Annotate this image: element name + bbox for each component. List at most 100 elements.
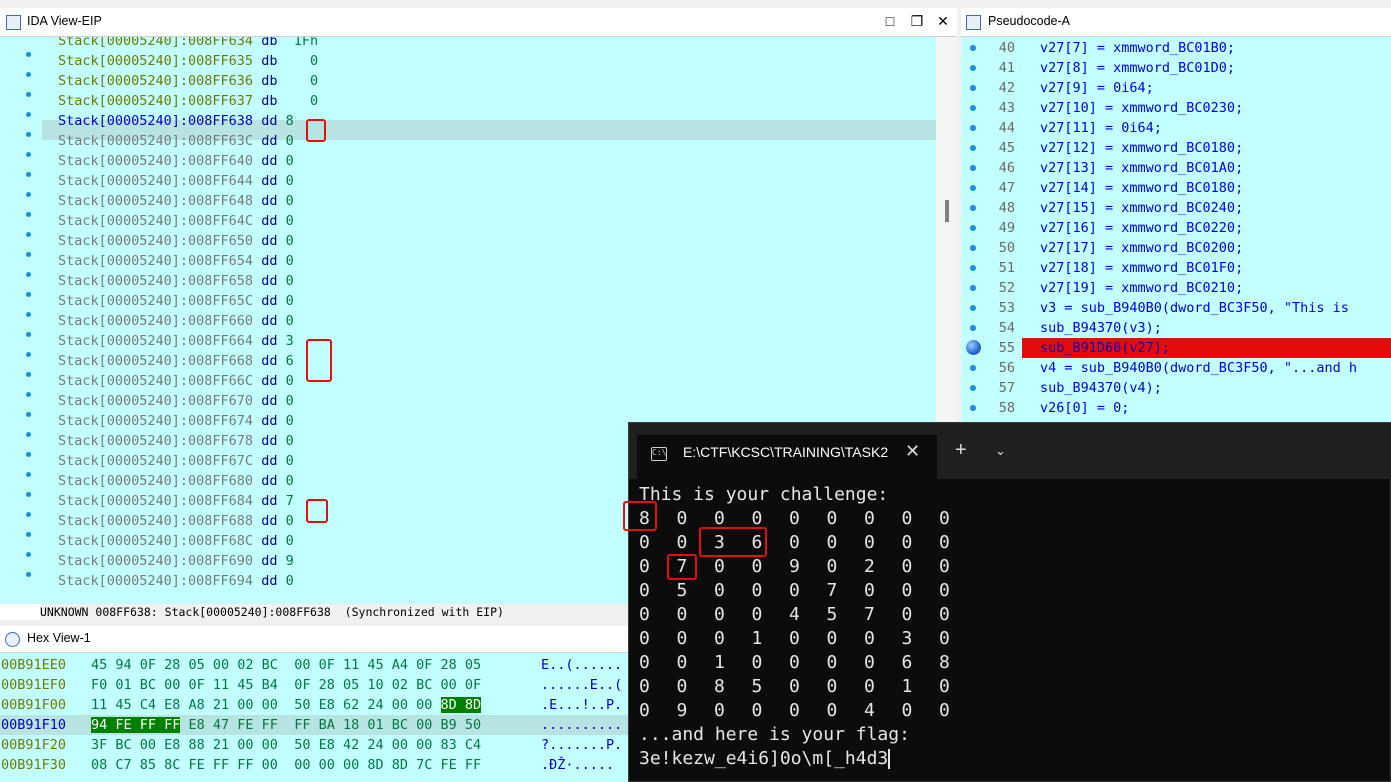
grid-cell: 0 xyxy=(901,532,913,553)
pseudocode-line[interactable]: 53 v3 = sub_B940B0(dword_BC3F50, "This is xyxy=(961,298,1391,318)
listing-line[interactable]: Stack[00005240]:008FF636 db 0 xyxy=(58,71,318,91)
hex-view-titlebar[interactable]: Hex View-1 xyxy=(0,626,640,653)
listing-line[interactable]: Stack[00005240]:008FF650 dd 0 xyxy=(58,231,294,251)
hex-row[interactable]: 00B91EF0 F0 01 BC 00 0F 11 45 B4 0F 28 05… xyxy=(0,675,640,695)
maximize-icon[interactable]: □ xyxy=(881,13,899,29)
close-tab-icon[interactable]: ✕ xyxy=(905,441,920,462)
grid-cell: 0 xyxy=(676,604,688,625)
listing-line[interactable]: Stack[00005240]:008FF634 db 1Fh xyxy=(58,37,318,51)
listing-line[interactable]: Stack[00005240]:008FF654 dd 0 xyxy=(58,251,294,271)
pseudocode-line[interactable]: 49 v27[16] = xmmword_BC0220; xyxy=(961,218,1391,238)
line-number: 55 xyxy=(998,340,1015,356)
pseudocode-line[interactable]: 54 sub_B94370(v3); xyxy=(961,318,1391,338)
pseudocode-line[interactable]: 47 v27[14] = xmmword_BC0180; xyxy=(961,178,1391,198)
pseudocode-line[interactable]: 43 v27[10] = xmmword_BC0230; xyxy=(961,98,1391,118)
listing-line[interactable]: Stack[00005240]:008FF67C dd 0 xyxy=(58,451,294,471)
listing-line[interactable]: Stack[00005240]:008FF63C dd 0 xyxy=(58,131,294,151)
grid-cell: 0 xyxy=(789,676,800,697)
pseudocode-line[interactable]: 52 v27[19] = xmmword_BC0210; xyxy=(961,278,1391,298)
line-value: 0 xyxy=(285,313,294,329)
line-address: Stack[00005240]:008FF648 xyxy=(58,193,254,209)
line-value: 0 xyxy=(285,573,294,589)
pseudocode-line[interactable]: 56 v4 = sub_B940B0(dword_BC3F50, "...and … xyxy=(961,358,1391,378)
line-number: 52 xyxy=(998,280,1015,296)
restore-icon[interactable]: ❐ xyxy=(908,13,926,30)
pseudocode-titlebar[interactable]: Pseudocode-A xyxy=(961,8,1391,37)
pseudocode-line[interactable]: 58 v26[0] = 0; xyxy=(961,398,1391,418)
pseudocode-line[interactable]: 51 v27[18] = xmmword_BC01F0; xyxy=(961,258,1391,278)
pseudocode-line[interactable]: 57 sub_B94370(v4); xyxy=(961,378,1391,398)
listing-line[interactable]: Stack[00005240]:008FF68C dd 0 xyxy=(58,531,294,551)
listing-line[interactable]: Stack[00005240]:008FF684 dd 7 xyxy=(58,491,294,511)
breakpoint-icon[interactable] xyxy=(966,340,981,355)
line-value: 0 xyxy=(285,53,319,69)
line-marker-dot xyxy=(970,405,976,411)
listing-line[interactable]: Stack[00005240]:008FF660 dd 0 xyxy=(58,311,294,331)
pseudocode-line[interactable]: 50 v27[17] = xmmword_BC0200; xyxy=(961,238,1391,258)
listing-line[interactable]: Stack[00005240]:008FF694 dd 0 xyxy=(58,571,294,591)
listing-line[interactable]: Stack[00005240]:008FF644 dd 0 xyxy=(58,171,294,191)
pseudocode-listing[interactable]: 40 v27[7] = xmmword_BC01B0; 41 v27[8] = xmm… xyxy=(961,37,1391,422)
listing-line[interactable]: Stack[00005240]:008FF688 dd 0 xyxy=(58,511,294,531)
line-value: 0 xyxy=(285,513,294,529)
new-tab-button[interactable]: + xyxy=(955,439,967,462)
hex-row[interactable]: 00B91F00 11 45 C4 E8 A8 21 00 00 50 E8 62… xyxy=(0,695,640,715)
hex-row[interactable]: 00B91F30 08 C7 85 8C FE FF FF 00 00 00 00… xyxy=(0,755,640,775)
listing-line[interactable]: Stack[00005240]:008FF668 dd 6 xyxy=(58,351,294,371)
terminal-tab[interactable]: C:\ E:\CTF\KCSC\TRAINING\TASK2 ✕ xyxy=(637,435,937,479)
listing-line[interactable]: Stack[00005240]:008FF635 db 0 xyxy=(58,51,318,71)
pseudocode-line[interactable]: 55 sub_B91D60(v27); xyxy=(961,338,1391,358)
grid-cell: 0 xyxy=(789,580,800,601)
hex-row[interactable]: 00B91EE0 45 94 0F 28 05 00 02 BC 00 0F 11… xyxy=(0,655,640,675)
chevron-down-icon[interactable]: ⌄ xyxy=(995,443,1006,459)
pseudocode-line[interactable]: 40 v27[7] = xmmword_BC01B0; xyxy=(961,38,1391,58)
code-text: v27[13] = xmmword_BC01A0; xyxy=(1040,160,1244,176)
line-marker-dot xyxy=(26,412,31,417)
line-marker-dot xyxy=(26,92,31,97)
flag-line: 3e!kezw_e4i6]0o\m[_h4d3 xyxy=(639,747,891,771)
listing-line[interactable]: Stack[00005240]:008FF64C dd 0 xyxy=(58,211,294,231)
listing-line[interactable]: Stack[00005240]:008FF680 dd 0 xyxy=(58,471,294,491)
hex-ascii: ......E..( xyxy=(541,677,623,693)
listing-line[interactable]: Stack[00005240]:008FF664 dd 3 xyxy=(58,331,294,351)
scrollbar-thumb[interactable] xyxy=(945,200,949,222)
line-value: 0 xyxy=(285,433,294,449)
grid-cell: 5 xyxy=(751,676,763,697)
code-text: v27[12] = xmmword_BC0180; xyxy=(1040,140,1244,156)
listing-line[interactable]: Stack[00005240]:008FF678 dd 0 xyxy=(58,431,294,451)
hex-row[interactable]: 00B91F20 3F BC 00 E8 88 21 00 00 50 E8 42… xyxy=(0,735,640,755)
grid-cell: 6 xyxy=(901,652,913,673)
line-marker-dot xyxy=(970,225,976,231)
line-address: Stack[00005240]:008FF67C xyxy=(58,453,254,469)
listing-line[interactable]: Stack[00005240]:008FF637 db 0 xyxy=(58,91,318,111)
listing-line[interactable]: Stack[00005240]:008FF640 dd 0 xyxy=(58,151,294,171)
hex-row[interactable]: 00B91F10 94 FE FF FF E8 47 FE FF FF BA 18… xyxy=(0,715,640,735)
listing-line[interactable]: Stack[00005240]:008FF674 dd 0 xyxy=(58,411,294,431)
listing-line[interactable]: Stack[00005240]:008FF65C dd 0 xyxy=(58,291,294,311)
listing-line[interactable]: Stack[00005240]:008FF690 dd 9 xyxy=(58,551,294,571)
listing-line[interactable]: Stack[00005240]:008FF658 dd 0 xyxy=(58,271,294,291)
listing-line[interactable]: Stack[00005240]:008FF670 dd 0 xyxy=(58,391,294,411)
line-value: 0 xyxy=(285,273,294,289)
pseudocode-line[interactable]: 44 v27[11] = 0i64; xyxy=(961,118,1391,138)
ida-view-titlebar[interactable]: IDA View-EIP □ ❐ ✕ xyxy=(0,8,957,37)
grid-cell: 0 xyxy=(714,604,725,625)
pseudocode-line[interactable]: 41 v27[8] = xmmword_BC01D0; xyxy=(961,58,1391,78)
grid-cell: 1 xyxy=(714,652,725,673)
hex-view-title: Hex View-1 xyxy=(27,631,91,645)
line-address: Stack[00005240]:008FF670 xyxy=(58,393,254,409)
pseudocode-line[interactable]: 48 v27[15] = xmmword_BC0240; xyxy=(961,198,1391,218)
close-icon[interactable]: ✕ xyxy=(934,13,952,30)
code-text: v27[9] = 0i64; xyxy=(1040,80,1154,96)
listing-line[interactable]: Stack[00005240]:008FF638 dd 8 xyxy=(58,111,294,131)
pseudocode-line[interactable]: 46 v27[13] = xmmword_BC01A0; xyxy=(961,158,1391,178)
line-marker-dot xyxy=(970,325,976,331)
line-value: 0 xyxy=(285,73,319,89)
pseudocode-line[interactable]: 42 v27[9] = 0i64; xyxy=(961,78,1391,98)
listing-line[interactable]: Stack[00005240]:008FF648 dd 0 xyxy=(58,191,294,211)
hex-listing[interactable]: 00B91EE0 45 94 0F 28 05 00 02 BC 00 0F 11… xyxy=(0,653,640,782)
listing-line[interactable]: Stack[00005240]:008FF66C dd 0 xyxy=(58,371,294,391)
pseudocode-line[interactable]: 45 v27[12] = xmmword_BC0180; xyxy=(961,138,1391,158)
code-text: v27[19] = xmmword_BC0210; xyxy=(1040,280,1244,296)
line-value: 0 xyxy=(285,133,294,149)
